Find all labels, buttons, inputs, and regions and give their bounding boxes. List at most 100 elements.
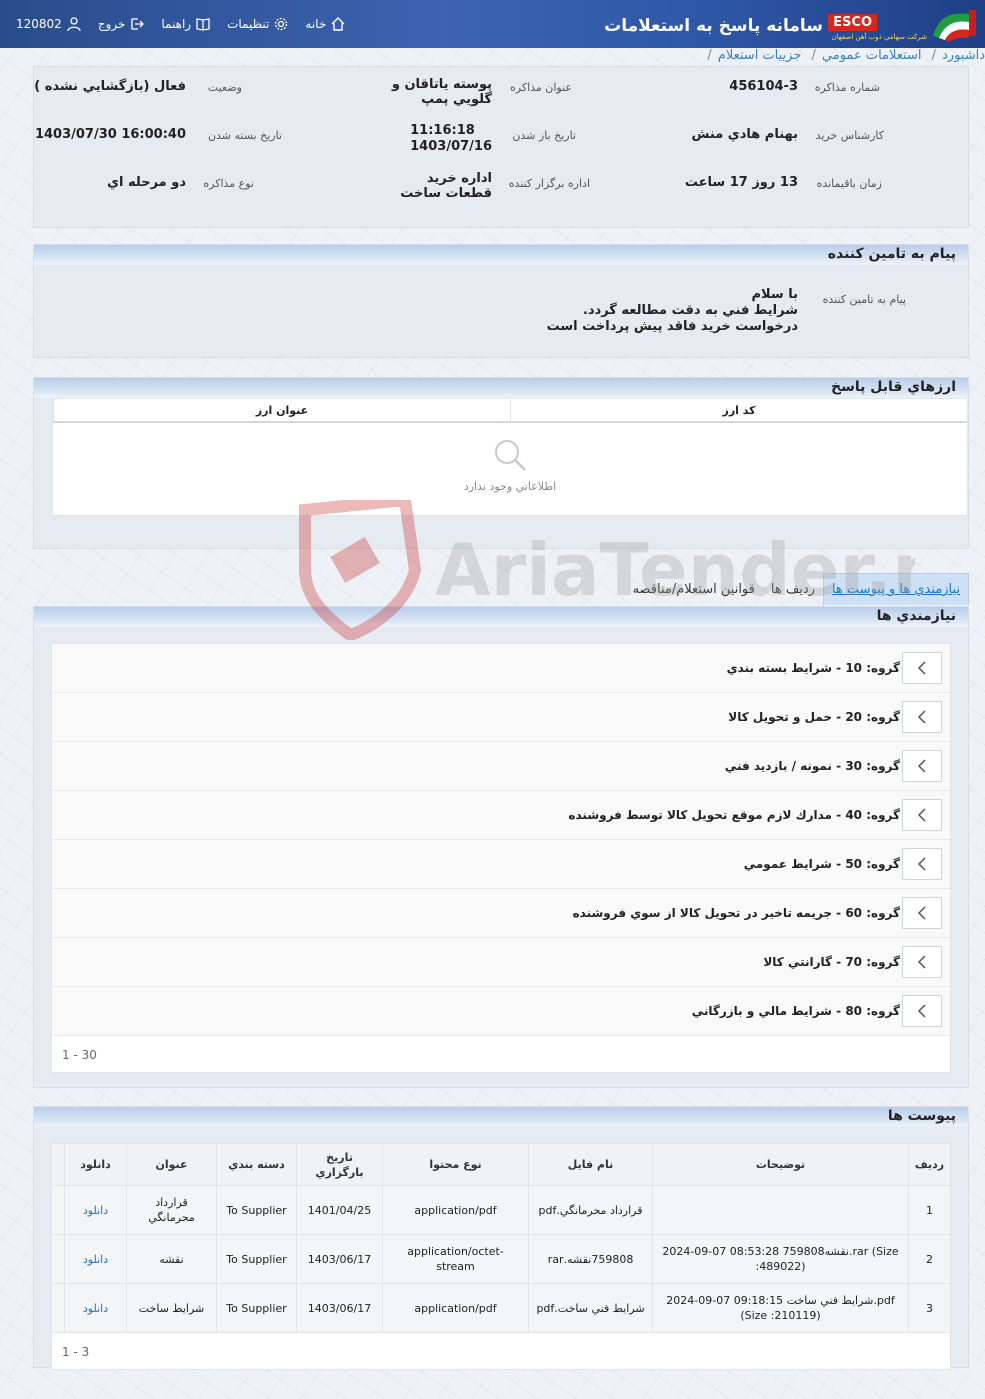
cell-content-type: application/pdf — [382, 1284, 528, 1332]
gear-icon — [275, 17, 288, 31]
expert-value: بهنام هادي منش — [691, 127, 798, 142]
user-info[interactable]: 120802 — [16, 16, 82, 32]
table-row: 1 قرارداد محرمانگي.pdf application/pdf 1… — [52, 1186, 950, 1235]
tab-requirements-attachments[interactable]: نيازمندي ها و پيوست ها — [822, 573, 969, 605]
list-item[interactable]: گروه: 20 - حمل و تحويل كالا — [52, 693, 950, 742]
list-item[interactable]: گروه: 30 - نمونه / بازديد فني — [52, 742, 950, 791]
cell-description — [652, 1186, 908, 1234]
chevron-left-icon — [917, 906, 926, 920]
cell-category: To Supplier — [216, 1235, 296, 1283]
expand-button[interactable] — [902, 848, 942, 880]
tab-rows[interactable]: رديف ها — [763, 574, 823, 605]
user-id: 120802 — [16, 17, 62, 31]
logout-label: خروج — [97, 17, 126, 31]
logout-icon — [131, 18, 145, 30]
cell-row: 2 — [908, 1235, 950, 1283]
cell-title: نقشه — [126, 1235, 216, 1283]
number-value: 456104-3 — [729, 79, 798, 94]
currencies-table-header: كد ارز عنوان ارز — [53, 399, 967, 423]
download-link[interactable]: دانلود — [64, 1235, 126, 1283]
cell-file-name: قرارداد محرمانگي.pdf — [528, 1186, 652, 1234]
expand-button[interactable] — [902, 995, 942, 1027]
cell-title: قرارداد محرمانگي — [126, 1186, 216, 1234]
user-icon — [67, 17, 81, 32]
cell-category: To Supplier — [216, 1284, 296, 1332]
expand-button[interactable] — [902, 897, 942, 929]
chevron-left-icon — [917, 710, 926, 724]
inquiry-info-panel: شماره مذاكره 456104-3 كارشناس خريد بهنام… — [33, 66, 969, 228]
list-item[interactable]: گروه: 80 - شرايط مالي و بازرگاني — [52, 987, 950, 1036]
currencies-panel: ارزهاي قابل پاسخ كد ارز عنوان ارز اطلاعا… — [33, 377, 969, 549]
col-title[interactable]: عنوان — [126, 1144, 216, 1185]
expand-button[interactable] — [902, 701, 942, 733]
list-item[interactable]: گروه: 70 - گارانتي كالا — [52, 938, 950, 987]
col-download[interactable]: دانلود — [64, 1144, 126, 1185]
settings-label: تنظيمات — [227, 17, 270, 31]
settings-link[interactable]: تنظيمات — [227, 16, 289, 32]
col-content-type[interactable]: نوع محتوا — [382, 1144, 528, 1185]
cell-upload-date: 1403/06/17 — [296, 1284, 382, 1332]
brand-badge: ESCO — [828, 14, 877, 31]
col-description[interactable]: توضيحات — [652, 1144, 908, 1185]
home-label: خانه — [305, 17, 327, 31]
help-label: راهنما — [161, 17, 192, 31]
list-item[interactable]: گروه: 60 - جريمه تاخير در تحويل كالا از … — [52, 889, 950, 938]
list-item[interactable]: گروه: 50 - شرايط عمومي — [52, 840, 950, 889]
col-row[interactable]: رديف — [908, 1144, 950, 1185]
col-upload-date[interactable]: تاريخ بارگزاري — [296, 1144, 382, 1185]
download-link[interactable]: دانلود — [64, 1284, 126, 1332]
cell-upload-date: 1401/04/25 — [296, 1186, 382, 1234]
cell-description: 2024-09-07 08:53:28 759808نقشه.rar (Size… — [652, 1235, 908, 1283]
home-link[interactable]: خانه — [305, 16, 346, 32]
group-title: گروه: 20 - حمل و تحويل كالا — [728, 710, 900, 724]
download-link[interactable]: دانلود — [64, 1186, 126, 1234]
logout-link[interactable]: خروج — [98, 16, 146, 32]
title-value: پوسته ياتاقان و گلويي پمپ — [391, 77, 492, 107]
breadcrumb-public-inquiries[interactable]: استعلامات عمومي — [822, 48, 922, 63]
brand-subtitle: شركت سهامي ذوب آهن اصفهان — [831, 33, 927, 41]
close-date-value: 1403/07/30 16:00:40 — [34, 127, 186, 142]
attachments-panel: پيوست ها رديف توضيحات نام فايل نوع محتوا… — [33, 1106, 969, 1370]
chevron-left-icon — [917, 857, 926, 871]
currencies-panel-title: ارزهاي قابل پاسخ — [34, 378, 968, 398]
breadcrumb-inquiry-details[interactable]: جزييات استعلام — [718, 48, 802, 63]
help-link[interactable]: راهنما — [161, 16, 211, 32]
table-row: 2 2024-09-07 08:53:28 759808نقشه.rar (Si… — [52, 1235, 950, 1284]
chevron-left-icon — [917, 661, 926, 675]
chevron-left-icon — [917, 808, 926, 822]
cell-description: 2024-09-07 09:18:15 شرايط فني ساخت.pdf (… — [652, 1284, 908, 1332]
message-panel-title: پيام به تامين كننده — [34, 245, 968, 265]
col-file-name[interactable]: نام فايل — [528, 1144, 652, 1185]
status-value: فعال (بازگشايي نشده ) — [34, 79, 186, 94]
expand-button[interactable] — [902, 799, 942, 831]
breadcrumb: داشبورد/ استعلامات عمومي/ جزييات استعلام… — [707, 48, 985, 63]
open-time: 11:16:18 — [410, 123, 475, 138]
attachments-table: رديف توضيحات نام فايل نوع محتوا تاريخ با… — [51, 1143, 951, 1370]
chevron-left-icon — [917, 955, 926, 969]
detail-tabs: نيازمندي ها و پيوست ها رديف ها قوانين اس… — [625, 565, 969, 605]
col-currency-code[interactable]: كد ارز — [510, 399, 967, 421]
tab-rules[interactable]: قوانين استعلام/مناقصه — [625, 574, 763, 605]
cell-row: 1 — [908, 1186, 950, 1234]
search-icon — [495, 440, 526, 471]
group-title: گروه: 70 - گارانتي كالا — [763, 955, 900, 969]
cell-upload-date: 1403/06/17 — [296, 1235, 382, 1283]
requirements-panel: نيازمندي ها گروه: 10 - شرايط بسته بندي گ… — [33, 606, 969, 1088]
group-title: گروه: 60 - جريمه تاخير در تحويل كالا از … — [572, 906, 900, 920]
list-item[interactable]: گروه: 10 - شرايط بسته بندي — [52, 644, 950, 693]
list-item[interactable]: گروه: 40 - مدارك لازم موقع تحويل كالا تو… — [52, 791, 950, 840]
type-label: نوع مذاكره — [203, 177, 254, 190]
col-currency-title[interactable]: عنوان ارز — [53, 399, 510, 421]
iran-flag-logo — [933, 10, 976, 42]
chevron-left-icon — [917, 759, 926, 773]
empty-state: اطلاعاتي وجود ندارد — [53, 423, 967, 493]
expand-button[interactable] — [902, 652, 942, 684]
dept-label: اداره برگزار كننده — [508, 177, 590, 190]
currencies-table: كد ارز عنوان ارز اطلاعاتي وجود ندارد — [52, 398, 968, 516]
expand-button[interactable] — [902, 946, 942, 978]
cell-row: 3 — [908, 1284, 950, 1332]
col-category[interactable]: دسته بندي — [216, 1144, 296, 1185]
breadcrumb-dashboard[interactable]: داشبورد — [942, 48, 985, 63]
open-date-value: 11:16:18 1403/07/16 — [410, 123, 492, 155]
expand-button[interactable] — [902, 750, 942, 782]
